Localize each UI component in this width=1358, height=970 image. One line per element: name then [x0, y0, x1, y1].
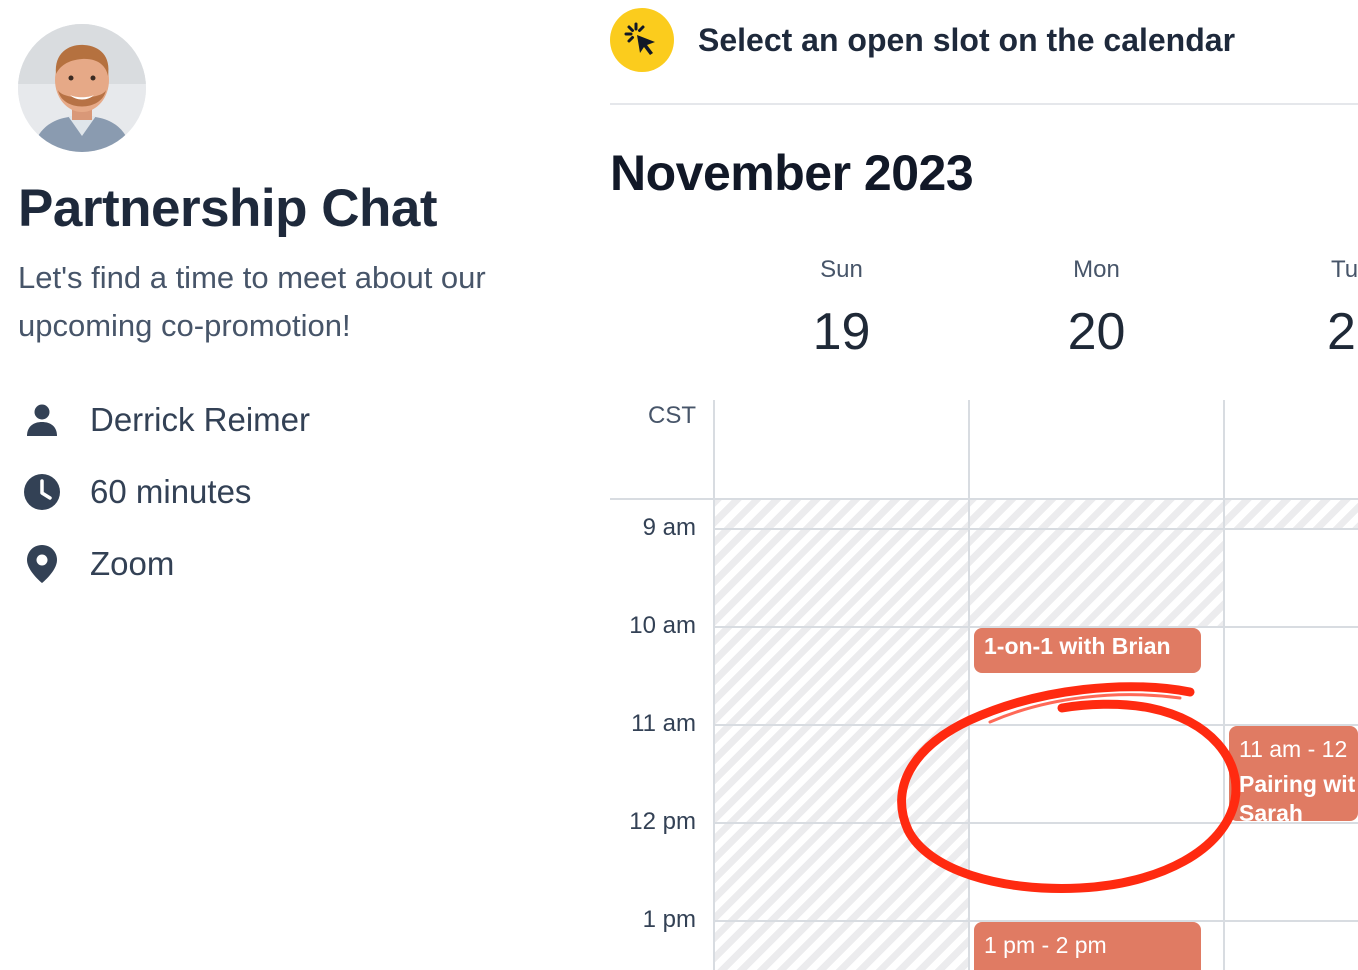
- event-title: Partnership Chat: [18, 179, 438, 238]
- calendar-event-1pm[interactable]: 1 pm - 2 pm: [974, 922, 1201, 970]
- event-title-continued: Sarah: [1239, 800, 1303, 821]
- unavailable-block-tue-morning: [1224, 498, 1358, 530]
- day-number-mon: 20: [1067, 303, 1126, 361]
- unavailable-block-mon-morning: [969, 498, 1224, 628]
- instruction-text: Select an open slot on the calendar: [698, 22, 1236, 58]
- open-slot-mon-12pm[interactable]: [970, 824, 1222, 920]
- day-number-sun: 19: [812, 303, 871, 361]
- calendar-event-pairing[interactable]: 11 am - 12 Pairing wit Sarah: [1229, 726, 1358, 821]
- hour-label-11am: 11 am: [631, 710, 696, 737]
- hour-label-1pm: 1 pm: [642, 906, 696, 933]
- duration-detail: 60 minutes: [22, 472, 251, 512]
- host-avatar: [18, 24, 146, 152]
- open-slot-mon-11am[interactable]: [970, 726, 1222, 822]
- day-name-tue: Tu: [1331, 256, 1358, 283]
- event-title: Pairing wit: [1239, 771, 1356, 797]
- day-name-mon: Mon: [1073, 256, 1120, 283]
- half-line-9: [714, 528, 1358, 530]
- header-divider: [610, 103, 1358, 105]
- hour-label-9am: 9 am: [642, 514, 696, 541]
- event-time: 1 pm - 2 pm: [984, 932, 1107, 958]
- location-detail: Zoom: [22, 544, 174, 584]
- clock-icon: [22, 472, 62, 512]
- cursor-click-icon: [610, 8, 674, 72]
- hour-line-9: [610, 498, 1358, 500]
- hour-label-10am: 10 am: [629, 612, 696, 639]
- map-pin-icon: [22, 544, 62, 584]
- location-text: Zoom: [90, 545, 175, 582]
- day-number-tue: 2: [1327, 303, 1356, 361]
- column-divider-mon: [1223, 400, 1225, 970]
- event-time: 11 am - 12: [1239, 736, 1348, 762]
- event-title: 1-on-1 with Brian: [984, 633, 1171, 659]
- calendar-event-brian[interactable]: 1-on-1 with Brian: [974, 628, 1201, 673]
- column-divider-gutter: [713, 400, 715, 970]
- month-label: November 2023: [610, 145, 974, 201]
- unavailable-block-sun: [714, 498, 969, 970]
- day-name-sun: Sun: [820, 256, 863, 283]
- event-description: Let's find a time to meet about our upco…: [18, 260, 486, 343]
- duration-text: 60 minutes: [90, 473, 252, 510]
- timezone-label: CST: [648, 402, 696, 429]
- person-icon: [22, 400, 62, 440]
- host-name: Derrick Reimer: [90, 401, 311, 438]
- hour-label-12pm: 12 pm: [629, 808, 696, 835]
- host-detail: Derrick Reimer: [22, 400, 310, 440]
